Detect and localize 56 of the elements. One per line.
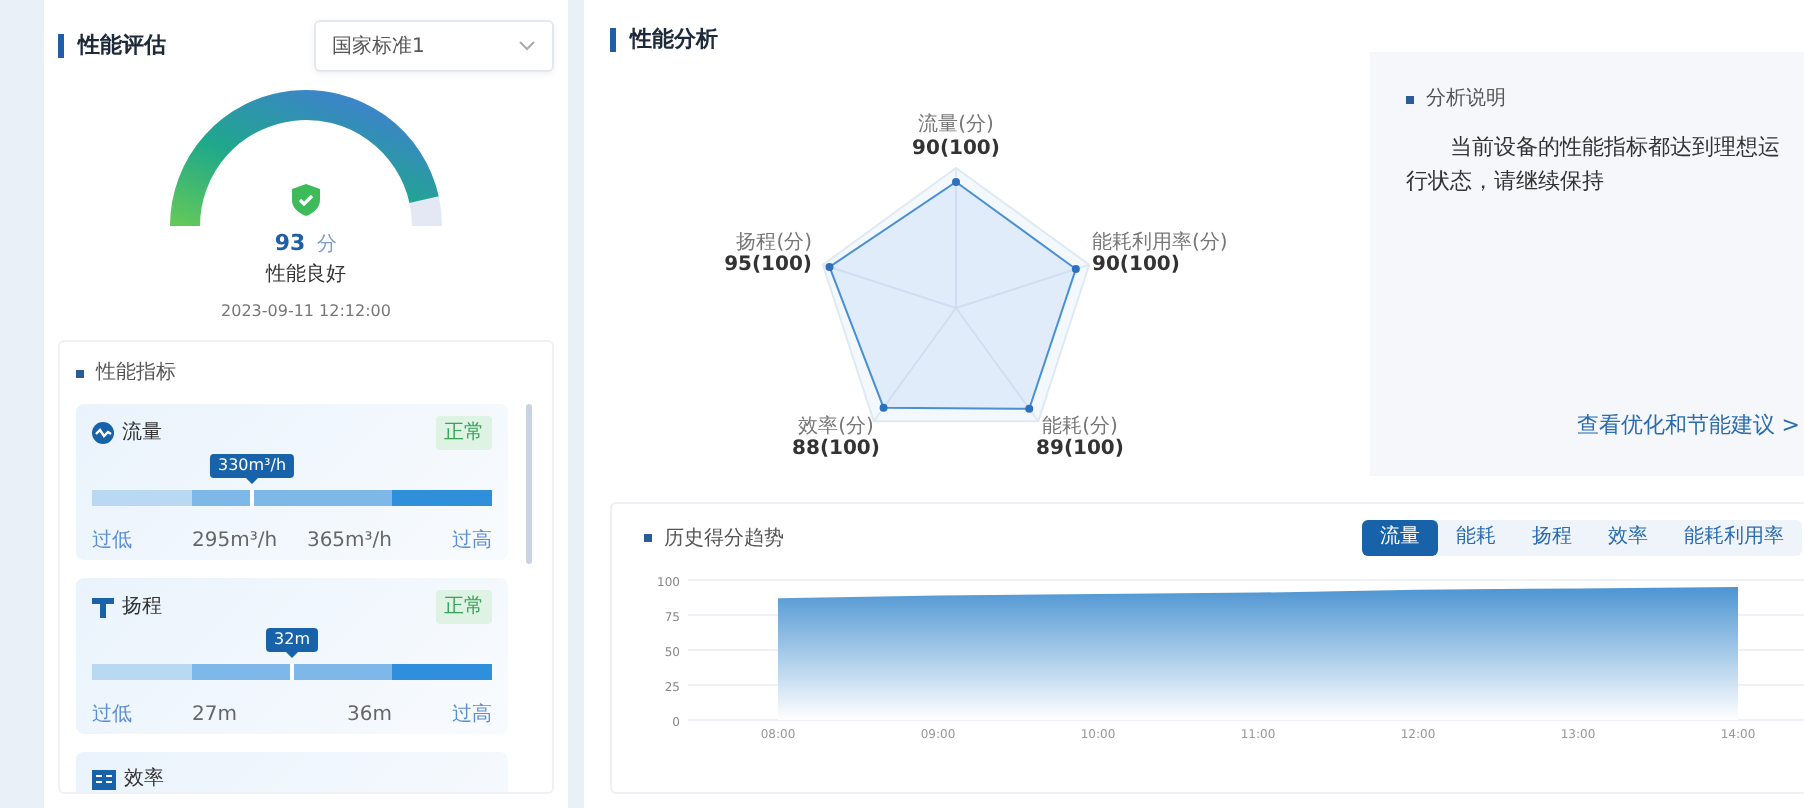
grid-icon	[92, 769, 116, 789]
wave-circle-icon	[92, 422, 114, 444]
bullet-icon	[644, 534, 652, 542]
radar-point	[952, 178, 960, 186]
suggestion-link[interactable]: 查看优化和节能建议 >	[1576, 409, 1800, 442]
metric-tab[interactable]: 扬程	[1514, 520, 1590, 556]
scrollbar[interactable]	[526, 404, 532, 564]
min-value: 295m³/h	[192, 528, 278, 556]
metric-tab[interactable]: 流量	[1362, 520, 1438, 556]
timestamp: 2023-09-11 12:12:00	[221, 302, 391, 320]
indicator-name: 流量	[122, 419, 162, 448]
gauge-track	[409, 196, 442, 227]
axis-name: 能耗(分)	[1042, 416, 1118, 438]
standard-select[interactable]: 国家标准1	[314, 20, 554, 72]
axis-name: 流量(分)	[918, 114, 994, 136]
value-tooltip: 32m	[266, 628, 318, 652]
section-title: 性能评估	[58, 34, 166, 58]
metric-tab[interactable]: 效率	[1590, 520, 1666, 556]
status-badge: 正常	[436, 590, 492, 624]
axis-score: 90(100)	[1092, 254, 1180, 276]
shield-check-icon	[292, 184, 320, 216]
metric-tab[interactable]: 能耗	[1438, 520, 1514, 556]
panel-title: 性能指标	[96, 359, 176, 388]
axis-name: 扬程(分)	[736, 232, 812, 254]
bullet-icon	[1406, 95, 1414, 103]
max-value: 36m	[347, 702, 392, 730]
status-badge: 正常	[436, 416, 492, 450]
high-label: 过高	[452, 704, 492, 726]
axis-score: 89(100)	[1036, 438, 1124, 460]
value-tooltip: 330m³/h	[209, 454, 295, 478]
radar-point	[1025, 404, 1034, 413]
axis-score: 90(100)	[912, 138, 1000, 160]
low-label: 过低	[92, 704, 132, 726]
min-value: 27m	[192, 702, 237, 730]
axis-name: 能耗利用率(分)	[1092, 232, 1228, 254]
analysis-text: 当前设备的性能指标都达到理想运行状态，请继续保持	[1406, 132, 1782, 198]
bullet-icon	[76, 369, 84, 377]
indicator-name: 效率	[124, 765, 164, 792]
low-label: 过低	[92, 530, 132, 552]
radar-point	[1071, 265, 1080, 274]
metric-tab[interactable]: 能耗利用率	[1666, 520, 1802, 556]
score-unit: 分	[317, 234, 338, 256]
score-status: 性能良好	[266, 264, 346, 286]
panel-title: 历史得分趋势	[664, 525, 784, 553]
high-label: 过高	[452, 530, 492, 552]
panel-title: 分析说明	[1426, 85, 1506, 114]
axis-name: 效率(分)	[798, 416, 874, 438]
score-value: 93	[274, 230, 306, 256]
chevron-down-icon	[518, 40, 536, 52]
tee-icon	[92, 596, 114, 618]
max-value: 365m³/h	[306, 528, 392, 556]
indicator-name: 扬程	[122, 594, 162, 622]
radar-point	[879, 403, 888, 412]
axis-score: 88(100)	[792, 438, 880, 460]
axis-score: 95(100)	[724, 254, 812, 276]
radar-point	[825, 262, 834, 271]
